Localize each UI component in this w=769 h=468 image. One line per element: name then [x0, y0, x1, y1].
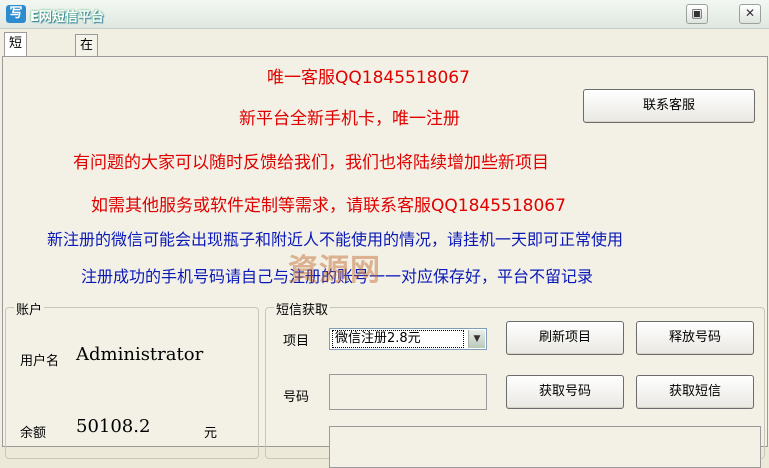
main-panel: 唯一客服QQ1845518067 新平台全新手机卡，唯一注册 有问题的大家可以随…: [2, 56, 768, 468]
tab-sms-get[interactable]: 短信获取: [4, 32, 28, 114]
title-bar: 写 E网短信平台 ▣ ✕: [0, 0, 769, 29]
notice-line-2: 新平台全新手机卡，唯一注册: [239, 109, 460, 129]
watermark: 資源网: [288, 253, 381, 288]
get-sms-button[interactable]: 获取短信: [636, 375, 754, 409]
account-group-label: 账户: [14, 299, 45, 318]
username-value: Administrator: [76, 344, 204, 365]
tab-online-recharge[interactable]: 在线充值: [75, 34, 99, 116]
number-label: 号码: [283, 390, 310, 405]
project-select[interactable]: 微信注册2.8元 ▼: [329, 328, 487, 350]
notice-line-1: 唯一客服QQ1845518067: [267, 68, 470, 88]
balance-label: 余额: [20, 426, 47, 441]
chevron-down-icon[interactable]: ▼: [468, 330, 485, 348]
close-button[interactable]: ✕: [739, 4, 761, 24]
project-select-value: 微信注册2.8元: [332, 330, 464, 348]
sms-group-label: 短信获取: [274, 299, 331, 318]
sms-content-box[interactable]: [329, 426, 761, 468]
get-number-button[interactable]: 获取号码: [506, 375, 624, 409]
number-field[interactable]: [329, 374, 487, 410]
app-logo-icon: 写: [6, 5, 26, 23]
notice-line-4: 如需其他服务或软件定制等需求，请联系客服QQ1845518067: [91, 196, 566, 216]
notice-line-3: 有问题的大家可以随时反馈给我们，我们也将陆续增加些新项目: [73, 153, 549, 173]
project-label: 项目: [283, 334, 310, 349]
account-group: 账户 用户名 Administrator 余额 50108.2 元: [5, 299, 259, 459]
app-window: 写 E网短信平台 ▣ ✕ 短信获取 在线充值 唯一客服QQ1845518067 …: [0, 0, 769, 468]
sms-group: 短信获取 项目 微信注册2.8元 ▼ 刷新项目 释放号码 号码 获取号码 获取短…: [265, 299, 765, 468]
contact-support-button[interactable]: 联系客服: [583, 89, 755, 123]
window-title: E网短信平台: [30, 10, 104, 25]
release-number-button[interactable]: 释放号码: [636, 321, 754, 355]
refresh-project-button[interactable]: 刷新项目: [506, 321, 624, 355]
username-label: 用户名: [20, 354, 60, 369]
minimize-button[interactable]: ▣: [686, 4, 708, 24]
balance-unit: 元: [204, 426, 218, 441]
balance-value: 50108.2: [76, 416, 151, 437]
